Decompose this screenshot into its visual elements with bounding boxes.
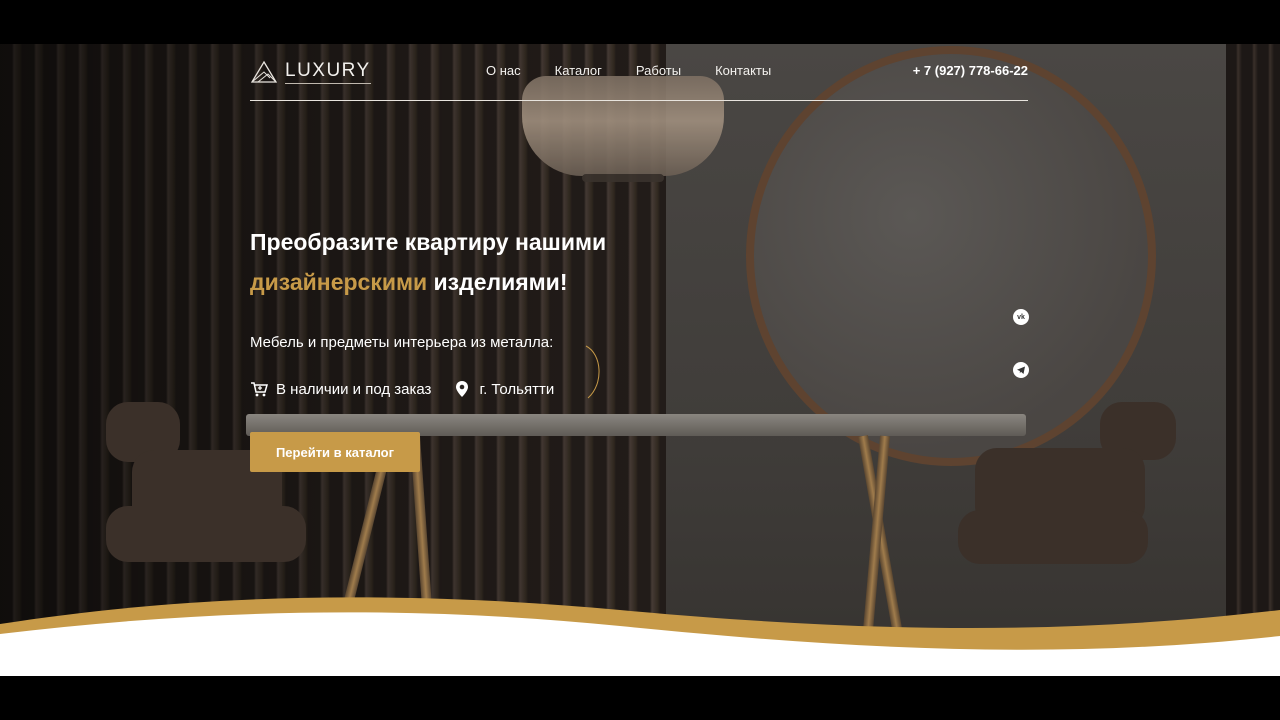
- vk-icon[interactable]: vk: [1013, 309, 1029, 325]
- top-navigation: LUXURY О нас Каталог Работы Контакты + 7…: [250, 58, 1028, 101]
- hero-subtitle: Мебель и предметы интерьера из металла:: [250, 334, 554, 351]
- round-mirror-image: [746, 46, 1156, 466]
- feature-city-label: г. Тольятти: [479, 380, 555, 398]
- nav-link-about[interactable]: О нас: [486, 63, 521, 78]
- brand-logo[interactable]: LUXURY: [250, 58, 371, 86]
- nav-link-works[interactable]: Работы: [636, 63, 681, 78]
- hero-section: LUXURY О нас Каталог Работы Контакты + 7…: [0, 44, 1280, 676]
- hero-title-accent: дизайнерскими: [250, 269, 428, 295]
- telegram-plane-icon: [1017, 366, 1025, 374]
- telegram-icon[interactable]: [1013, 362, 1029, 378]
- hero-features: В наличии и под заказ г. Тольятти: [250, 380, 554, 398]
- hero-title-rest: изделиями!: [433, 269, 568, 295]
- decorative-curve-icon: [585, 345, 600, 399]
- location-pin-icon: [456, 381, 469, 397]
- nav-link-catalog[interactable]: Каталог: [555, 63, 602, 78]
- hero-title: Преобразите квартиру нашими дизайнерским…: [250, 222, 770, 302]
- feature-stock: В наличии и под заказ: [250, 381, 431, 398]
- hero-background: [0, 44, 1280, 676]
- slatted-wall-edge: [1226, 44, 1280, 676]
- go-to-catalog-button[interactable]: Перейти в каталог: [250, 432, 420, 472]
- main-menu: О нас Каталог Работы Контакты: [486, 63, 771, 78]
- cart-icon: [251, 382, 268, 397]
- bottom-wave-divider: [0, 597, 1280, 676]
- chair-right-seat: [958, 510, 1148, 564]
- feature-stock-label: В наличии и под заказ: [276, 380, 432, 398]
- brand-name: LUXURY: [285, 60, 371, 84]
- triangle-logo-icon: [250, 60, 278, 83]
- nav-link-contacts[interactable]: Контакты: [715, 63, 771, 78]
- phone-link[interactable]: + 7 (927) 778-66-22: [913, 63, 1028, 78]
- feature-city: г. Тольятти: [453, 380, 554, 398]
- hero-title-line1: Преобразите квартиру нашими: [250, 229, 607, 255]
- chair-left-seat: [106, 506, 306, 562]
